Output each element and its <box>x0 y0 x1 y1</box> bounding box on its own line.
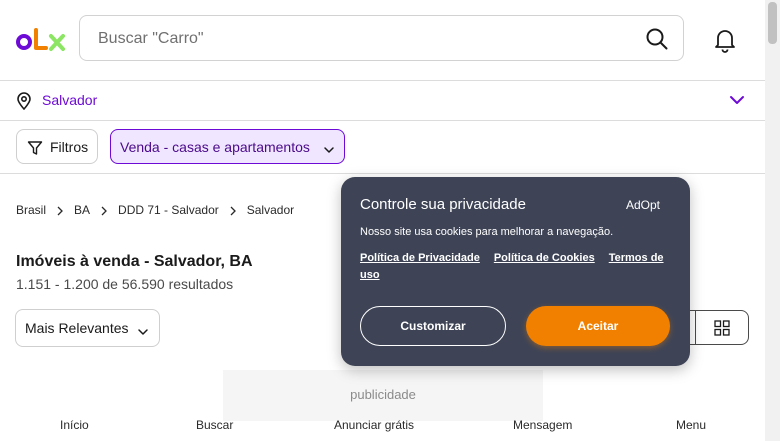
breadcrumb-item[interactable]: DDD 71 - Salvador <box>118 203 219 217</box>
nav-search[interactable]: Buscar <box>196 418 233 432</box>
accept-button[interactable]: Aceitar <box>526 306 670 346</box>
customize-button[interactable]: Customizar <box>360 306 506 346</box>
search-bar[interactable] <box>79 15 684 62</box>
breadcrumb-item[interactable]: Salvador <box>247 203 294 217</box>
location-selector[interactable]: Salvador <box>42 92 97 108</box>
privacy-policy-link[interactable]: Política de Privacidade <box>360 252 480 264</box>
ad-label: publicidade <box>350 387 416 402</box>
nav-messages[interactable]: Mensagem <box>513 418 572 432</box>
breadcrumb-item[interactable]: BA <box>74 203 90 217</box>
search-icon[interactable] <box>645 27 669 51</box>
chevron-right-icon <box>100 205 108 216</box>
bell-icon[interactable] <box>712 27 738 53</box>
grid-view-icon[interactable] <box>714 320 730 336</box>
page-title: Imóveis à venda - Salvador, BA <box>16 253 253 270</box>
map-pin-icon <box>16 92 32 111</box>
search-input[interactable] <box>96 16 620 62</box>
sort-select[interactable]: Mais Relevantes <box>15 309 160 347</box>
location-divider <box>0 120 765 121</box>
nav-post-ad[interactable]: Anunciar grátis <box>334 418 414 432</box>
nav-home[interactable]: Início <box>60 418 89 432</box>
category-chip-label: Venda - casas e apartamentos <box>120 139 310 155</box>
filters-divider <box>0 173 765 174</box>
adopt-brand[interactable]: AdOpt <box>626 198 660 212</box>
breadcrumb-item[interactable]: Brasil <box>16 203 46 217</box>
olx-logo[interactable] <box>16 26 66 54</box>
privacy-modal: Controle sua privacidade AdOpt Nosso sit… <box>341 177 690 366</box>
results-count: 1.151 - 1.200 de 56.590 resultados <box>16 276 234 292</box>
chevron-down-icon <box>137 324 149 335</box>
privacy-title: Controle sua privacidade <box>360 196 526 213</box>
privacy-text: Nosso site usa cookies para melhorar a n… <box>360 226 614 238</box>
breadcrumb: Brasil BA DDD 71 - Salvador Salvador <box>16 203 294 217</box>
header-divider <box>0 80 765 81</box>
filters-button[interactable]: Filtros <box>16 129 98 164</box>
view-toggle-divider <box>695 311 696 344</box>
ad-slot: publicidade <box>223 370 543 421</box>
filter-icon <box>27 140 43 156</box>
chevron-right-icon <box>56 205 64 216</box>
category-chip[interactable]: Venda - casas e apartamentos <box>110 129 345 164</box>
filters-label: Filtros <box>50 139 89 155</box>
chevron-right-icon <box>229 205 237 216</box>
chevron-down-icon <box>323 142 335 153</box>
nav-menu[interactable]: Menu <box>676 418 706 432</box>
chevron-down-icon[interactable] <box>728 93 746 107</box>
scrollbar-thumb[interactable] <box>768 2 777 44</box>
scrollbar[interactable] <box>765 0 780 441</box>
privacy-links: Política de Privacidade Política de Cooki… <box>360 250 678 284</box>
sort-label: Mais Relevantes <box>25 320 129 336</box>
cookie-policy-link[interactable]: Política de Cookies <box>494 252 595 264</box>
